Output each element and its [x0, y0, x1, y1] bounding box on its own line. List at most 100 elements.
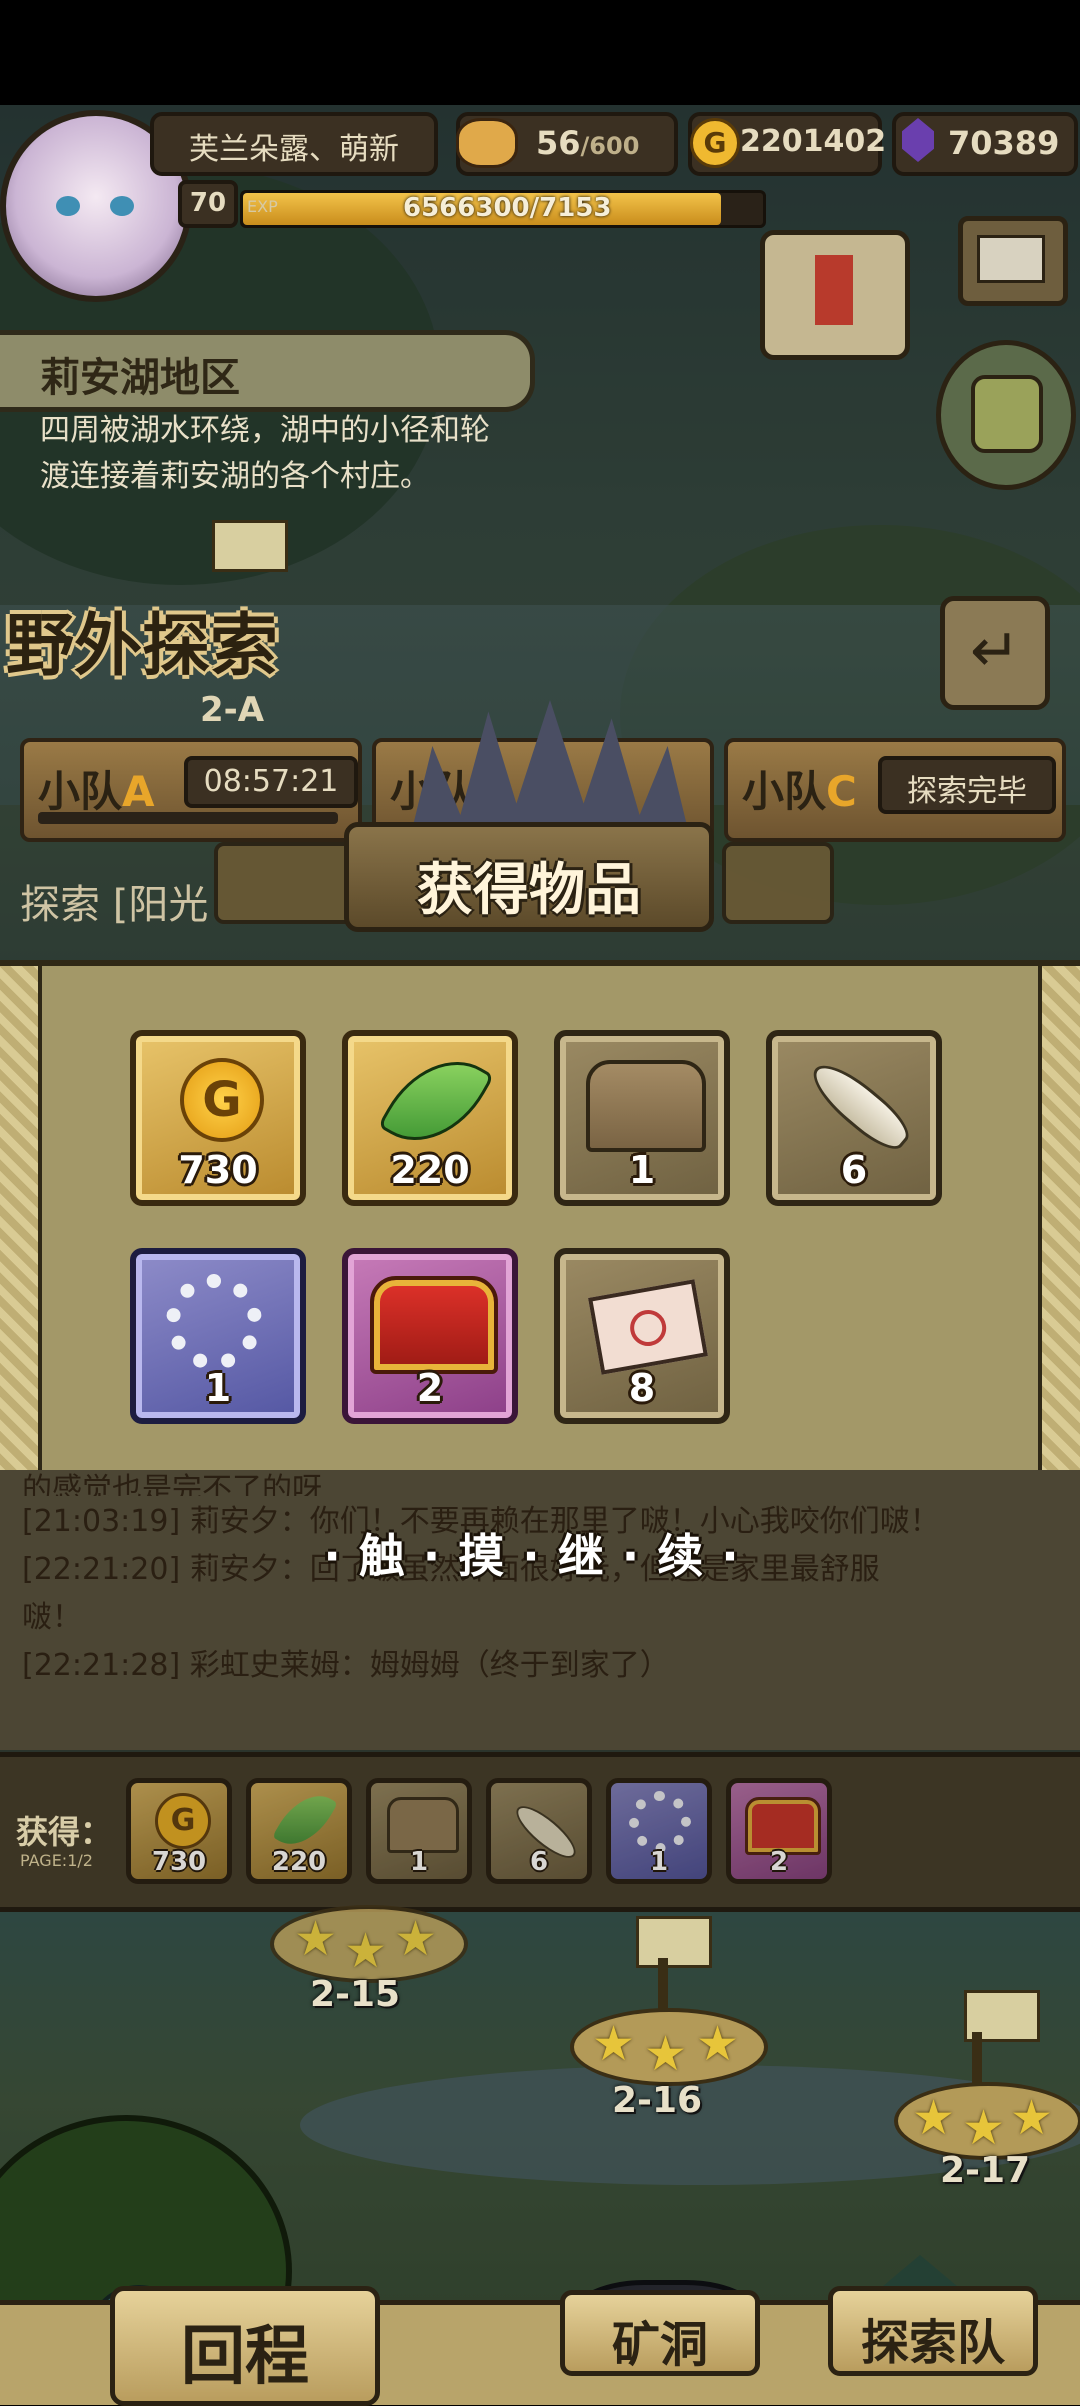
exp-bar: EXP 6566300/7153 — [240, 190, 766, 228]
mini-reward-pearl-bracelet[interactable]: 1 — [606, 1778, 712, 1884]
mini-reward-wooden-chest[interactable]: 1 — [366, 1778, 472, 1884]
team-c-button[interactable]: 小队C 探索完毕 — [724, 738, 1066, 842]
reward-dialog-panel[interactable]: G 730 220 1 6 1 2 8 — [0, 960, 1080, 1482]
reward-slot-gold[interactable]: G 730 — [130, 1030, 306, 1206]
gold-box[interactable]: G 2201402 — [688, 112, 886, 176]
exploration-status-text: 探索 [阳光 — [20, 882, 209, 928]
reward-slot-scroll[interactable]: 8 — [554, 1248, 730, 1424]
reward-slot-fish[interactable]: 6 — [766, 1030, 942, 1206]
green-feather-icon — [377, 1037, 495, 1165]
stamina-box[interactable]: 56/600 — [456, 112, 678, 176]
scroll-seal-icon — [627, 1307, 670, 1349]
gem-box[interactable]: 70389 — [892, 112, 1078, 176]
mini-reward-count: 1 — [409, 1847, 429, 1877]
region-title-box: 莉安湖地区 — [0, 330, 535, 412]
reward-count: 8 — [628, 1366, 656, 1410]
mini-reward-gold[interactable]: G 730 — [126, 1778, 232, 1884]
player-name: 芙兰朵露、萌新 — [189, 132, 399, 167]
reward-slot-feather[interactable]: 220 — [342, 1030, 518, 1206]
region-description: 四周被湖水环绕，湖中的小径和轮 渡连接着莉安湖的各个村庄。 — [40, 408, 490, 500]
scroll-red-mark — [815, 255, 853, 325]
pearl-bracelet-icon — [166, 1274, 262, 1370]
pearl-bracelet-icon — [629, 1791, 691, 1853]
chat-line: [22:21:28] 彩虹史莱姆：姆姆姆（终于到家了） — [22, 1648, 670, 1683]
avatar-eye-icon — [56, 196, 80, 216]
team-a-button[interactable]: 小队A 08:57:21 — [20, 738, 362, 842]
mini-reward-red-chest[interactable]: 2 — [726, 1778, 832, 1884]
green-feather-icon — [272, 1783, 338, 1857]
level-badge: 70 — [178, 180, 238, 228]
return-button[interactable]: 回程 — [110, 2286, 380, 2406]
reward-count: 1 — [204, 1366, 232, 1410]
gold-coin-icon: G — [155, 1793, 211, 1849]
exploration-team-button[interactable]: 探索队 — [828, 2286, 1038, 2376]
stage-label-2-15: 2-15 — [310, 1974, 401, 2015]
mail-envelope-icon[interactable] — [958, 216, 1068, 306]
reward-slot-wooden-chest[interactable]: 1 — [554, 1030, 730, 1206]
level-value: 70 — [189, 188, 227, 218]
star-icon: ★ — [592, 2016, 636, 2072]
rewards-page-indicator[interactable]: PAGE:1/2 — [20, 1851, 93, 1870]
return-button-label: 回程 — [181, 2320, 309, 2394]
avatar-eye-icon — [110, 196, 134, 216]
stage-node-2-15[interactable]: ★ ★ ★ — [270, 1905, 468, 1983]
team-a-progress — [38, 812, 338, 824]
team-a-timer-box: 08:57:21 — [184, 756, 358, 808]
gem-value: 70389 — [948, 124, 1060, 162]
mini-reward-count: 220 — [271, 1847, 327, 1877]
panel-border-right — [1038, 966, 1080, 1476]
mini-reward-count: 2 — [769, 1847, 789, 1877]
stage-label: 2-A — [200, 690, 265, 730]
stage-node-2-17[interactable]: ★ ★ ★ — [894, 2082, 1080, 2160]
stamina-text: 56/600 — [536, 124, 640, 162]
gold-coin-icon: G — [180, 1058, 264, 1142]
rewards-bar-label: 获得： — [16, 1813, 113, 1851]
back-arrow-button[interactable]: ↵ — [940, 596, 1050, 710]
field-exploration-title: 野外探索 — [6, 607, 279, 686]
stage-node-2-16[interactable]: ★ ★ ★ — [570, 2008, 768, 2086]
team-a-name: 小队A — [38, 767, 155, 816]
region-description-line: 四周被湖水环绕，湖中的小径和轮 — [40, 413, 490, 448]
title-ribbon-right — [722, 842, 834, 924]
stage-label-2-16: 2-16 — [612, 2080, 703, 2121]
stage-flag-icon — [636, 1916, 712, 1968]
stage-flag-icon — [212, 520, 288, 572]
fish-icon — [802, 1053, 918, 1159]
mini-reward-count: 1 — [649, 1847, 669, 1877]
team-c-status: 探索完毕 — [907, 774, 1027, 809]
reward-slot-pearl-bracelet[interactable]: 1 — [130, 1248, 306, 1424]
star-icon: ★ — [394, 1911, 438, 1967]
team-a-timer: 08:57:21 — [203, 764, 339, 799]
dialog-title-plate: 获得物品 — [344, 822, 714, 932]
purple-gem-icon — [902, 118, 934, 162]
backpack-icon[interactable] — [936, 340, 1076, 490]
wooden-chest-icon — [586, 1060, 706, 1152]
mine-button-label: 矿洞 — [611, 2317, 708, 2373]
reward-slot-red-chest[interactable]: 2 — [342, 1248, 518, 1424]
mini-reward-count: 730 — [151, 1847, 207, 1877]
mini-reward-count: 6 — [529, 1847, 549, 1877]
reward-count: 2 — [416, 1366, 444, 1410]
region-description-line: 渡连接着莉安湖的各个村庄。 — [40, 459, 430, 494]
envelope-shape — [977, 235, 1045, 283]
gold-value: 2201402 — [740, 124, 887, 159]
exploration-team-button-label: 探索队 — [860, 2315, 1005, 2371]
star-icon: ★ — [1010, 2090, 1054, 2146]
chat-line: 的感觉也是完不了的呀 — [22, 1472, 322, 1496]
exp-text: 6566300/7153 — [403, 193, 612, 223]
panel-border-left — [0, 966, 42, 1476]
scroll-icon — [588, 1279, 708, 1375]
mini-reward-feather[interactable]: 220 — [246, 1778, 352, 1884]
stage-label-2-17: 2-17 — [940, 2150, 1031, 2191]
tap-to-continue-text[interactable]: ·触·摸·继·续· — [300, 1520, 780, 1586]
chat-log-panel[interactable]: 的感觉也是完不了的呀 [21:03:19] 莉安夕：你们！不要再赖在那里了啵！小… — [0, 1470, 1080, 1750]
mini-reward-fish[interactable]: 6 — [486, 1778, 592, 1884]
mine-button[interactable]: 矿洞 — [560, 2290, 760, 2376]
reward-count: 730 — [178, 1148, 258, 1192]
chat-line: 啵！ — [22, 1600, 82, 1635]
quest-scroll-icon[interactable] — [760, 230, 910, 360]
player-name-box: 芙兰朵露、萌新 — [150, 112, 438, 176]
team-c-status-box: 探索完毕 — [878, 756, 1056, 814]
star-icon: ★ — [344, 1923, 388, 1979]
star-icon: ★ — [644, 2026, 688, 2082]
